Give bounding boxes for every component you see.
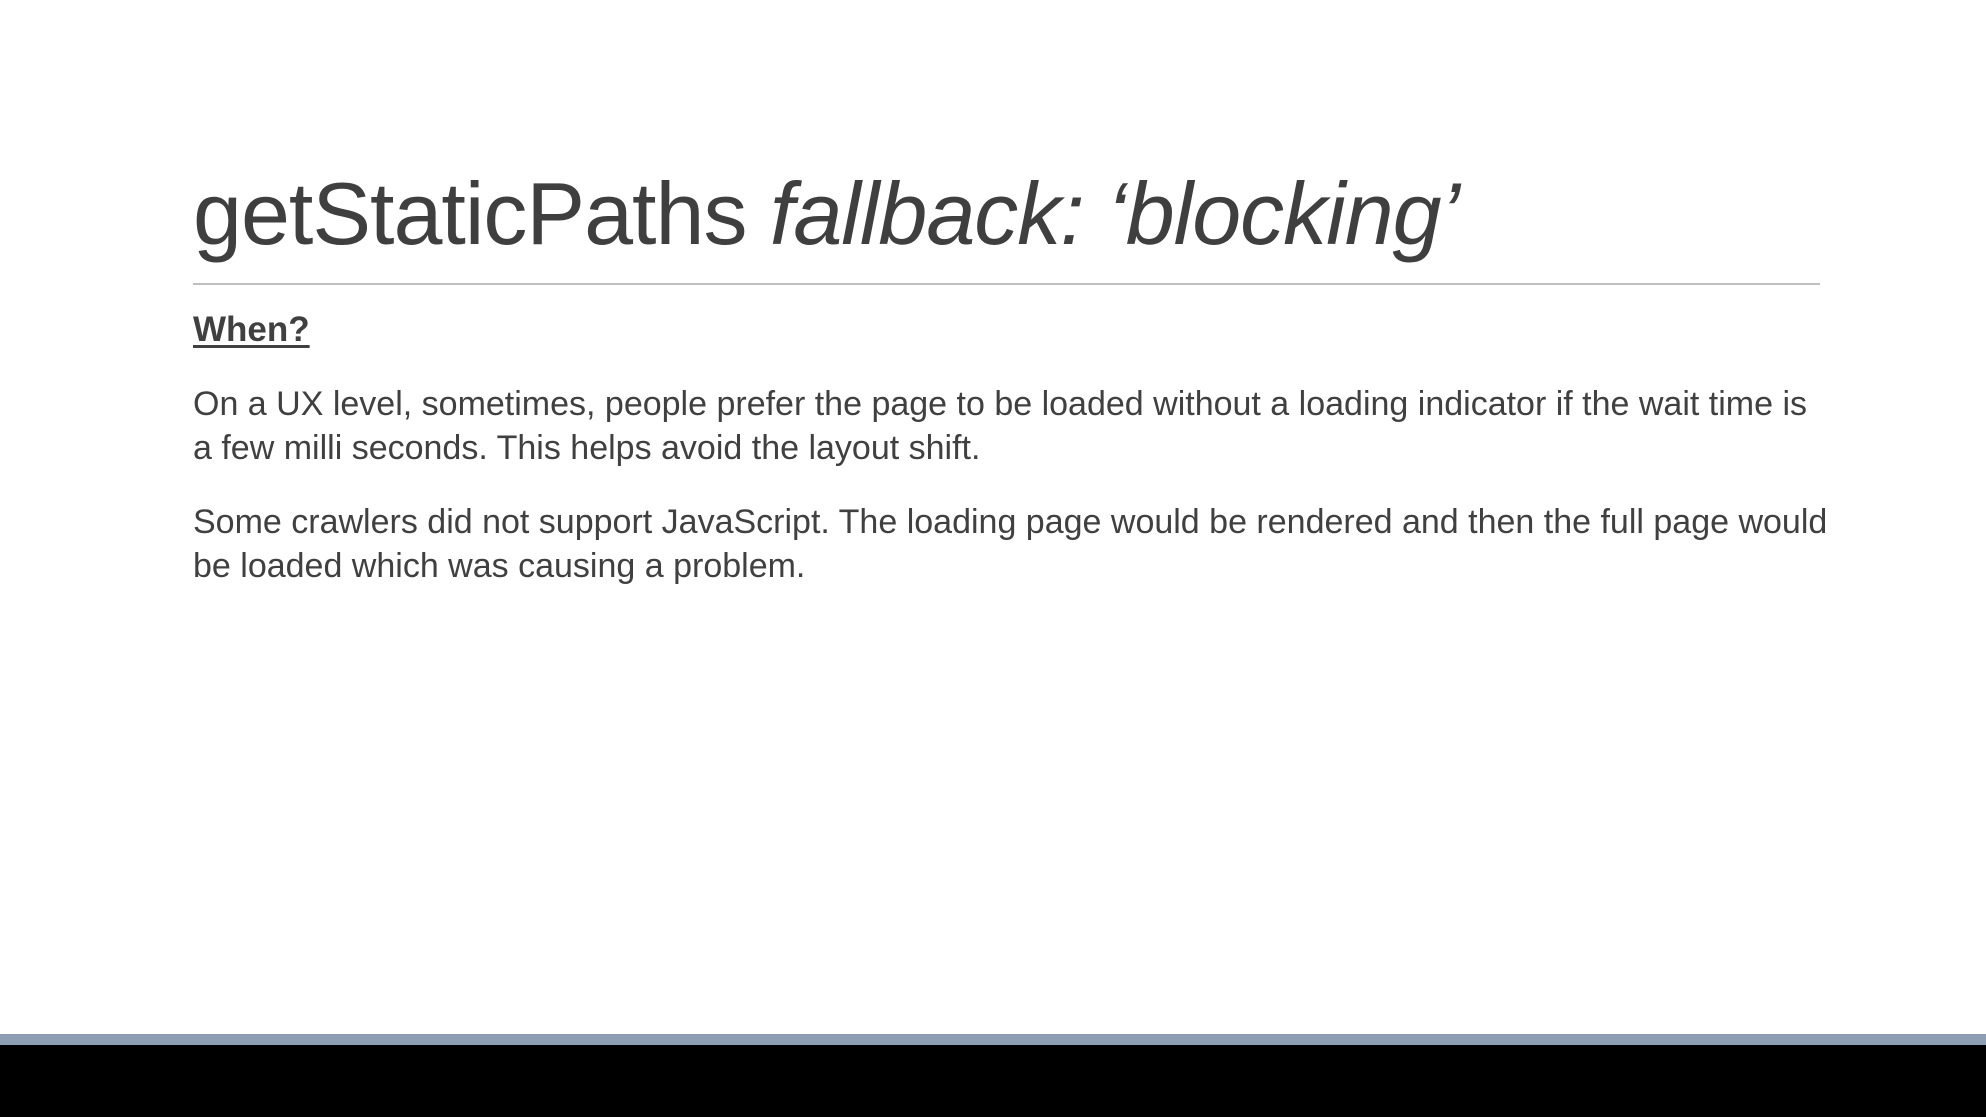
slide-title-plain: getStaticPaths: [193, 164, 770, 263]
title-divider: [193, 283, 1820, 285]
section-heading: When?: [193, 310, 310, 349]
slide-title: getStaticPaths fallback: ‘blocking’: [193, 158, 1460, 270]
slide: getStaticPaths fallback: ‘blocking’ When…: [0, 0, 1986, 1034]
slide-footer-bar: [0, 1034, 1986, 1045]
body-paragraph-2: Some crawlers did not support JavaScript…: [193, 503, 1828, 585]
body-paragraph-1: On a UX level, sometimes, people prefer …: [193, 385, 1808, 467]
slide-title-italic: fallback: ‘blocking’: [769, 164, 1460, 263]
letterbox-bottom: [0, 1045, 1986, 1117]
